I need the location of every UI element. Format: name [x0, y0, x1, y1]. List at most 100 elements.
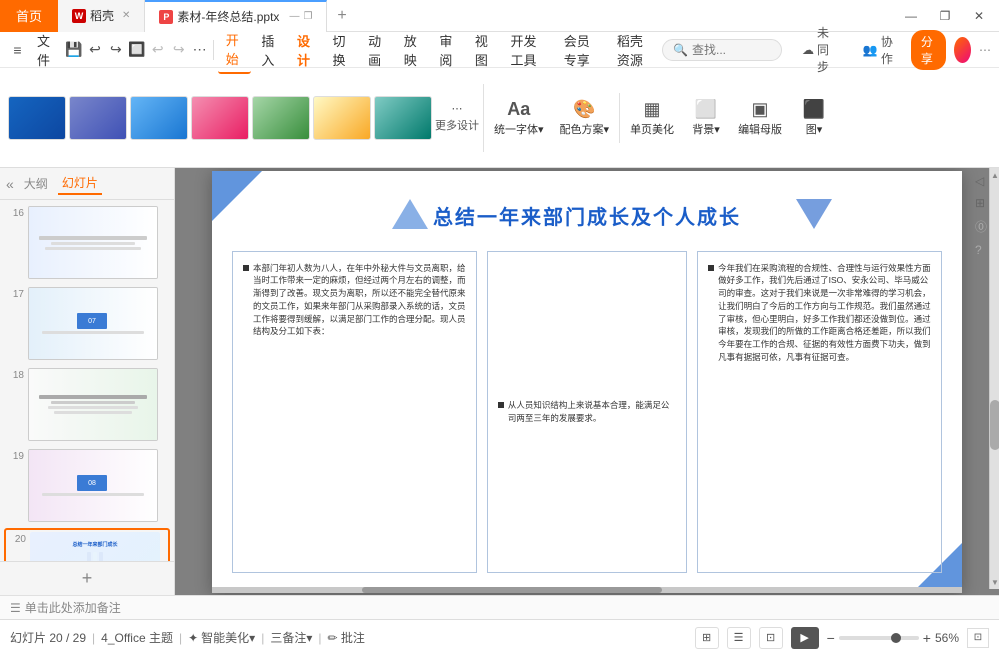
slide-thumb-19: 08 [28, 449, 158, 522]
redo2-icon[interactable]: ↪ [169, 36, 188, 64]
theme-1[interactable] [8, 96, 66, 140]
smart-beautify-btn[interactable]: ✦ 智能美化▾ [188, 629, 255, 646]
slide-col-3: 今年我们在采购流程的合规性、合理性与运行效果性方面做好多工作，我们先后通过了IS… [697, 251, 942, 573]
save-icon[interactable]: 💾 [65, 36, 84, 64]
font-btn[interactable]: Aa 统一字体▾ [488, 96, 550, 140]
slide-num-17: 17 [6, 287, 24, 300]
menu-icon[interactable]: ≡ [8, 36, 27, 64]
palette-icon: 🎨 [573, 99, 595, 120]
slide-panel: « 大纲 幻灯片 16 17 [0, 168, 175, 595]
color-scheme-btn[interactable]: 🎨 配色方案▾ [554, 96, 616, 140]
add-slide-btn[interactable]: + [0, 561, 174, 595]
color-label: 配色方案▾ [560, 121, 610, 137]
slide-item-18[interactable]: 18 [4, 366, 170, 443]
theme-6[interactable] [313, 96, 371, 140]
more-designs-btn[interactable]: ⋯ 更多设计 [435, 102, 479, 133]
undo2-icon[interactable]: ↩ [148, 36, 167, 64]
tab-view[interactable]: 视图 [467, 27, 501, 73]
canvas-area[interactable]: 总结一年来部门成长及个人成长 本部门年初人数为八人，在年中外秘大件与文员离职，给… [175, 168, 999, 595]
accessibility-icon[interactable]: ⓪ [975, 218, 987, 235]
view-normal-btn[interactable]: ⊞ [695, 627, 719, 649]
zoom-in-btn[interactable]: + [923, 630, 931, 646]
slide-item-20[interactable]: 20 总结一年来部门成长 [4, 528, 170, 561]
slide-thumb-18 [28, 368, 158, 441]
slide-item-17[interactable]: 17 07 [4, 285, 170, 362]
tab-animation[interactable]: 动画 [360, 27, 394, 73]
tab-transition[interactable]: 切换 [325, 27, 359, 73]
master-btn[interactable]: ▣ 编辑母版 [732, 96, 788, 140]
tab-dev[interactable]: 开发工具 [503, 27, 554, 73]
size-label: 图▾ [806, 121, 823, 137]
tab-slideshow[interactable]: 放映 [396, 27, 430, 73]
slide-num-20: 20 [8, 532, 26, 545]
tab-wps[interactable]: W 稻壳 ✕ [58, 0, 145, 32]
page-beautify-btn[interactable]: ▦ 单页美化 [624, 96, 680, 140]
v-scroll-thumb[interactable] [990, 400, 999, 450]
background-btn[interactable]: ⬜ 背景▾ [684, 96, 728, 140]
col3-content: 今年我们在采购流程的合规性、合理性与运行效果性方面做好多工作，我们先后通过了IS… [718, 262, 931, 364]
fit-page-btn[interactable]: ⊡ [967, 628, 989, 648]
v-scroll-down[interactable]: ▼ [990, 575, 999, 589]
tab-resources[interactable]: 稻壳资源 [609, 27, 660, 73]
tab-start[interactable]: 开始 [218, 26, 252, 74]
slide-size-btn[interactable]: ⬛ 图▾ [792, 96, 836, 140]
bullet-3 [708, 265, 714, 271]
menu-file[interactable]: 文件 [29, 27, 63, 73]
col2-content: 从人员知识结构上来说基本合理，能满足公司两至三年的发展要求。 [508, 399, 676, 425]
search-input[interactable] [692, 43, 772, 57]
slide-list: 16 17 07 [0, 200, 174, 561]
tab-wps-close[interactable]: ✕ [122, 10, 130, 21]
menu-bar: ≡ 文件 💾 ↩ ↪ 🔲 ↩ ↪ ⋯ 开始 插入 设计 切换 动画 放映 审阅 … [0, 32, 999, 68]
h-scroll-track[interactable] [212, 587, 962, 593]
wps-icon: W [72, 9, 86, 23]
format-icon[interactable]: 🔲 [127, 36, 146, 64]
panel-collapse-icon[interactable]: ◁ [975, 174, 987, 188]
tab-pptx-label: 素材-年终总结.pptx [177, 8, 279, 25]
v-scroll-up[interactable]: ▲ [990, 168, 999, 182]
slide-item-16[interactable]: 16 [4, 204, 170, 281]
more-menu-icon[interactable]: ⋯ [979, 43, 991, 57]
slide-canvas: 总结一年来部门成长及个人成长 本部门年初人数为八人，在年中外秘大件与文员离职，给… [212, 171, 962, 593]
theme-4[interactable] [191, 96, 249, 140]
theme-5[interactable] [252, 96, 310, 140]
view-slide-btn[interactable]: ⊡ [759, 627, 783, 649]
more-icon[interactable]: ⋯ [190, 36, 209, 64]
tab-pptx-min[interactable]: — [289, 11, 299, 22]
note-icon: ☰ [10, 601, 21, 615]
tab-vip[interactable]: 会员专享 [556, 27, 607, 73]
play-btn[interactable]: ▶ [791, 627, 819, 649]
theme-3[interactable] [130, 96, 188, 140]
outline-tabs: « 大纲 幻灯片 [0, 168, 174, 200]
theme-2[interactable] [69, 96, 127, 140]
status-bar: 幻灯片 20 / 29 | 4_Office 主题 | ✦ 智能美化▾ | 三备… [0, 619, 999, 655]
h-scroll-thumb[interactable] [362, 587, 662, 593]
note-status-btn[interactable]: 三备注▾ [270, 629, 312, 646]
tab-design[interactable]: 设计 [289, 27, 323, 73]
avatar[interactable] [954, 37, 971, 63]
outline-tab[interactable]: 大纲 [20, 173, 52, 194]
theme-7[interactable] [374, 96, 432, 140]
slide-item-19[interactable]: 19 08 [4, 447, 170, 524]
zoom-fit-icon[interactable]: ⊞ [975, 196, 987, 210]
search-bar[interactable]: 🔍 [662, 39, 782, 61]
tab-review[interactable]: 审阅 [431, 27, 465, 73]
annotation-btn[interactable]: ✏ 批注 [327, 629, 364, 646]
view-outline-btn[interactable]: ☰ [727, 627, 751, 649]
undo-icon[interactable]: ↩ [85, 36, 104, 64]
main-area: « 大纲 幻灯片 16 17 [0, 168, 999, 595]
tab-pptx-max[interactable]: ❐ [303, 11, 312, 22]
help-icon[interactable]: ? [975, 243, 987, 257]
pptx-icon: P [159, 10, 173, 24]
font-icon: Aa [507, 99, 530, 120]
collapse-arrow[interactable]: « [6, 176, 14, 192]
share-label: 分享 [921, 33, 936, 67]
zoom-out-btn[interactable]: − [827, 630, 835, 646]
v-scroll-track[interactable]: ▲ ▼ [989, 168, 999, 589]
redo-icon[interactable]: ↪ [106, 36, 125, 64]
collab-btn[interactable]: 👥 协作 [853, 30, 903, 70]
zoom-slider[interactable] [839, 636, 919, 640]
tab-insert[interactable]: 插入 [253, 27, 287, 73]
slide-tab[interactable]: 幻灯片 [58, 172, 102, 195]
slide-num-19: 19 [6, 449, 24, 462]
share-btn[interactable]: 分享 [911, 30, 946, 70]
